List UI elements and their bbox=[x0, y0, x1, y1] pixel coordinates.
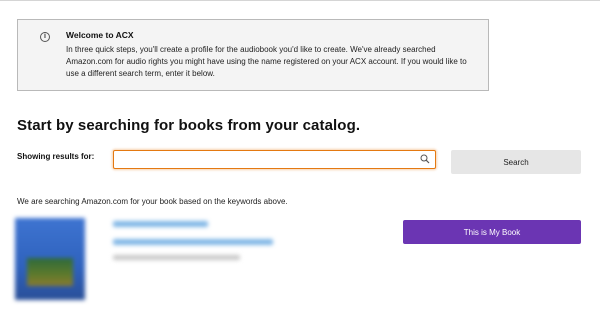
results-label: Showing results for: bbox=[17, 152, 95, 161]
book-author-text bbox=[113, 255, 240, 260]
welcome-notice: i Welcome to ACX In three quick steps, y… bbox=[17, 19, 489, 91]
search-status-text: We are searching Amazon.com for your boo… bbox=[17, 197, 288, 206]
search-button[interactable]: Search bbox=[451, 150, 581, 174]
notice-title: Welcome to ACX bbox=[66, 30, 134, 40]
search-field[interactable] bbox=[113, 150, 436, 169]
book-cover-thumbnail[interactable] bbox=[15, 218, 85, 300]
book-title-link[interactable] bbox=[113, 221, 208, 227]
book-cover-art bbox=[27, 258, 73, 286]
book-subtitle-link[interactable] bbox=[113, 239, 273, 245]
search-icon[interactable] bbox=[420, 154, 430, 164]
this-is-my-book-button[interactable]: This is My Book bbox=[403, 220, 581, 244]
notice-body: In three quick steps, you'll create a pr… bbox=[66, 45, 467, 78]
top-divider bbox=[0, 0, 600, 1]
info-icon: i bbox=[40, 32, 50, 42]
search-input[interactable] bbox=[118, 153, 413, 166]
page-heading: Start by searching for books from your c… bbox=[17, 117, 361, 134]
